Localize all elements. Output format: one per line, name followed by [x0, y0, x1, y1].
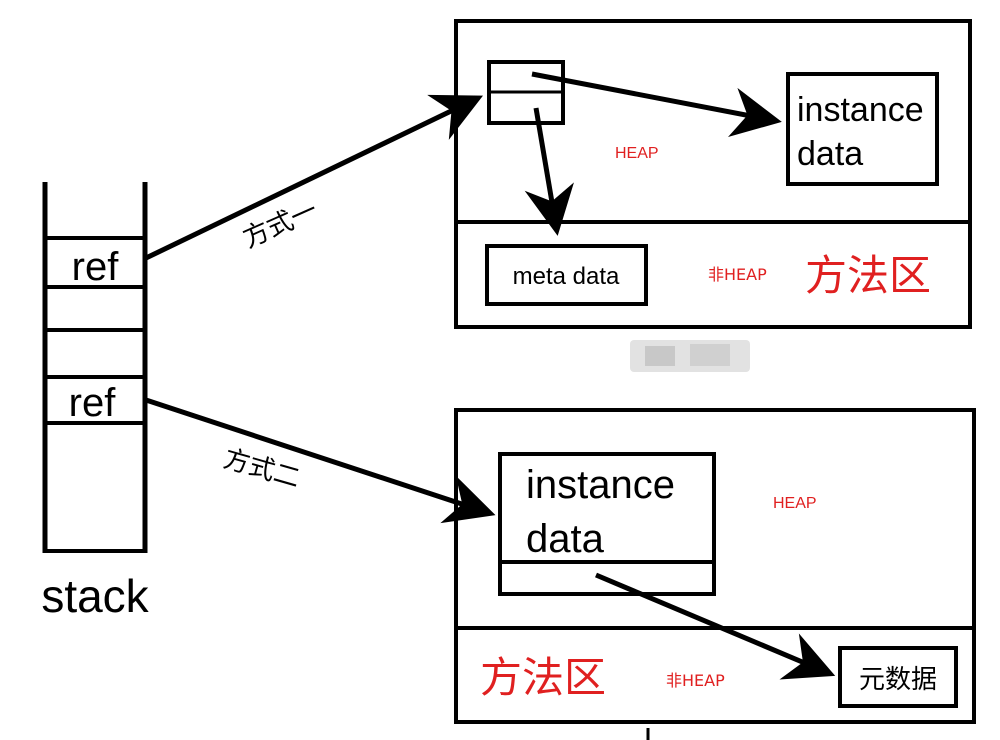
instance-data-line2: data — [797, 135, 863, 173]
heap-label-two: HEAP — [773, 495, 817, 512]
stack-ref-bottom: ref — [69, 381, 117, 425]
method-area-label-two: 方法区 — [480, 653, 606, 702]
heap-label-one: HEAP — [615, 145, 659, 162]
method-area-label-one: 方法区 — [805, 251, 931, 300]
meta-data-label: meta data — [513, 263, 620, 290]
jvm-object-access-diagram: ref ref stack instance data HEAP meta da… — [41, 19, 976, 740]
instance-data-line1: instance — [797, 91, 924, 129]
method-one-region: instance data HEAP meta data 非HEAP 方法区 — [454, 19, 972, 329]
instance-data-line1: instance — [526, 463, 675, 507]
arrow-to-meta-data — [524, 107, 574, 236]
metadata-label: 元数据 — [859, 665, 937, 695]
arrow-method-one — [144, 94, 484, 261]
arrow-to-instance-data — [531, 71, 782, 138]
blurred-watermark — [630, 340, 750, 372]
method-two-label: 方式二 — [220, 444, 303, 494]
method-two-region: instance data HEAP 元数据 非HEAP 方法区 — [454, 408, 976, 724]
non-heap-label-two: 非HEAP — [666, 671, 725, 690]
non-heap-label-one: 非HEAP — [708, 265, 767, 284]
method-one-label: 方式一 — [239, 195, 322, 254]
arrow-to-metadata — [595, 572, 836, 680]
instance-data-line2: data — [526, 517, 605, 561]
stack-column: ref ref stack — [41, 182, 150, 622]
stack-label: stack — [41, 570, 149, 622]
diagram-canvas: ref ref stack instance data HEAP meta da… — [0, 0, 1000, 740]
arrow-method-two — [145, 397, 496, 524]
stack-ref-top: ref — [72, 245, 120, 289]
